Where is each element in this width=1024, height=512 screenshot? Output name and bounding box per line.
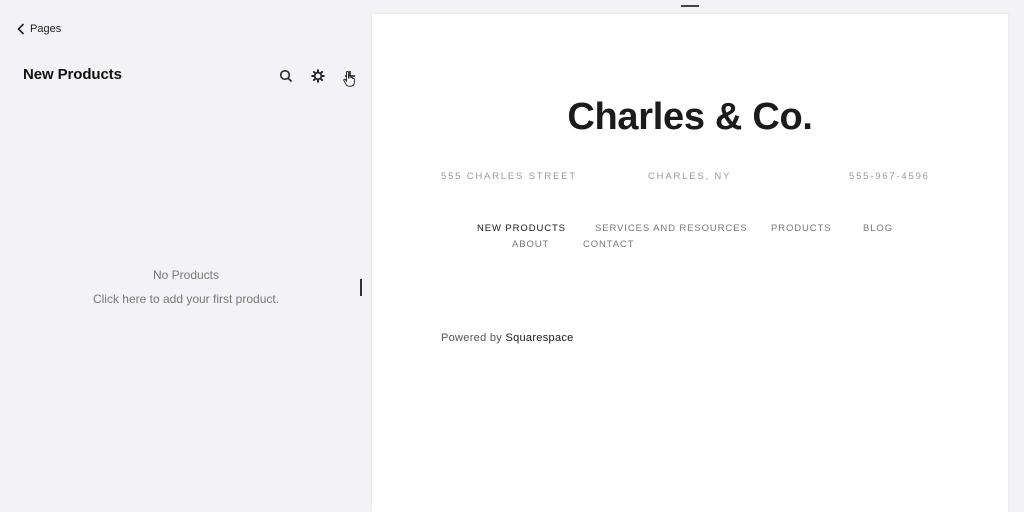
text-cursor-icon xyxy=(360,279,362,296)
back-to-pages-link[interactable]: Pages xyxy=(17,21,61,37)
powered-by-label: Powered by xyxy=(441,332,503,344)
nav-item-blog[interactable]: BLOG xyxy=(863,223,893,234)
powered-by-footer: Powered by Squarespace xyxy=(441,332,574,344)
nav-item-products[interactable]: PRODUCTS xyxy=(771,223,832,234)
empty-state-title: No Products xyxy=(152,268,220,282)
app-window: Pages New Products No Products Click her… xyxy=(0,0,1024,512)
back-link-label: Pages xyxy=(30,23,62,35)
site-city: CHARLES, NY xyxy=(648,171,732,182)
site-phone: 555-967-4596 xyxy=(849,171,930,182)
nav-item-new-products[interactable]: NEW PRODUCTS xyxy=(477,223,566,234)
squarespace-link[interactable]: Squarespace xyxy=(505,332,573,344)
empty-state: No Products Click here to add your first… xyxy=(0,268,372,306)
nav-item-services-and-resources[interactable]: SERVICES AND RESOURCES xyxy=(595,223,748,234)
site-preview: Charles & Co. 555 CHARLES STREET CHARLES… xyxy=(372,14,1008,512)
search-button[interactable] xyxy=(276,66,296,86)
nav-item-contact[interactable]: CONTACT xyxy=(583,239,635,250)
site-address: 555 CHARLES STREET xyxy=(441,171,577,182)
add-first-product-link[interactable]: Click here to add your first product. xyxy=(0,292,372,306)
gear-icon xyxy=(311,69,325,83)
pages-panel: Pages New Products No Products Click her… xyxy=(0,0,372,512)
site-info-row: 555 CHARLES STREET CHARLES, NY 555-967-4… xyxy=(372,171,1008,185)
chevron-left-icon xyxy=(17,23,25,35)
site-navigation: NEW PRODUCTS SERVICES AND RESOURCES PROD… xyxy=(372,223,1008,257)
settings-button[interactable] xyxy=(308,66,328,86)
hand-cursor-icon xyxy=(343,71,355,87)
site-title[interactable]: Charles & Co. xyxy=(372,96,1008,139)
nav-item-about[interactable]: ABOUT xyxy=(512,239,549,250)
drag-handle[interactable] xyxy=(681,5,699,7)
search-icon xyxy=(279,69,293,83)
panel-title: New Products xyxy=(23,66,122,83)
